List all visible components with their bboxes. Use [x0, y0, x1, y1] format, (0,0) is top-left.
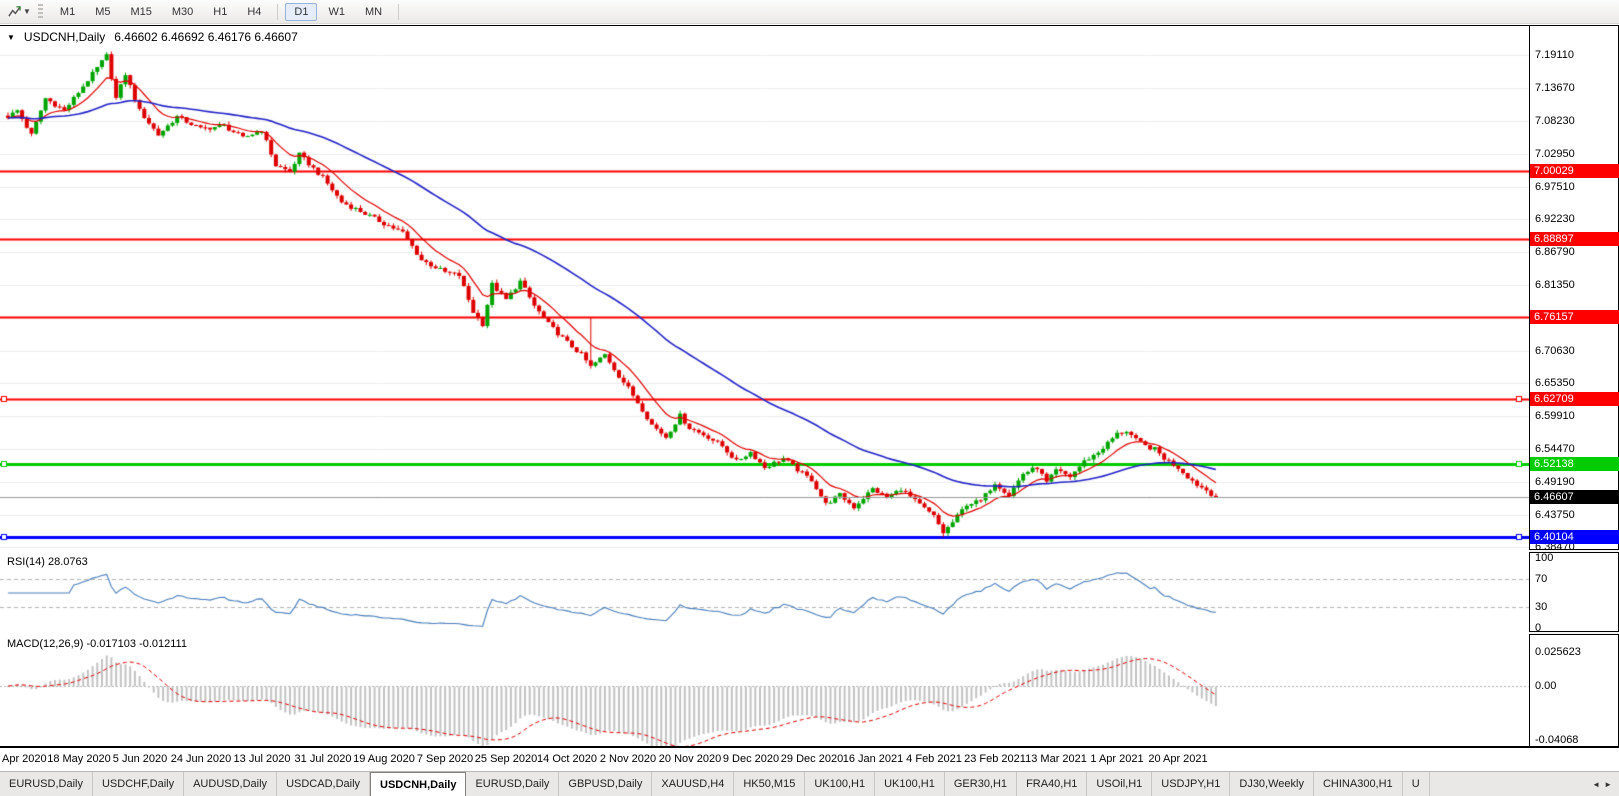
date-tick-label: 13 Mar 2021: [1025, 753, 1087, 765]
chart-tab-usdjpy-h1[interactable]: USDJPY,H1: [1152, 772, 1231, 796]
chart-tab-usdcnh-daily[interactable]: USDCNH,Daily: [370, 772, 467, 796]
trading-platform-window: ▼ M1 M5 M15 M30 H1 H4 D1 W1 MN ▼ USDCNH,Daily 6.…: [0, 0, 1619, 796]
date-tick-label: 25 Sep 2020: [474, 753, 538, 765]
date-tick-label: 4 Feb 2021: [906, 753, 962, 765]
hline-price-badge: 7.00029: [1530, 164, 1619, 178]
price-tick: 6.81350: [1535, 279, 1575, 291]
price-tick: 6.54470: [1535, 443, 1575, 455]
price-tick: 6.92230: [1535, 213, 1575, 225]
macd-indicator-label: MACD(12,26,9) -0.017103 -0.012111: [5, 638, 189, 650]
timeframe-button-d1[interactable]: D1: [285, 2, 318, 21]
chart-tab-gbpusd-daily[interactable]: GBPUSD,Daily: [559, 772, 653, 796]
chart-tab-usoil-h1[interactable]: USOil,H1: [1087, 772, 1153, 796]
ohlc-values: 6.46602 6.46692 6.46176 6.46607: [114, 30, 298, 44]
macd-tick: 0.00: [1535, 680, 1557, 692]
chart-tab-uk100-h1[interactable]: UK100,H1: [805, 772, 876, 796]
rsi-tick: 30: [1535, 601, 1548, 613]
hline-price-badge: 6.52138: [1530, 457, 1619, 471]
date-tick-label: 9 Dec 2020: [722, 753, 780, 765]
rsi-indicator-label: RSI(14) 28.0763: [5, 556, 90, 568]
timeframe-button-m30[interactable]: M30: [163, 3, 202, 21]
chart-tab-usdchf-daily[interactable]: USDCHF,Daily: [93, 772, 185, 796]
date-tick-label: 31 Jul 2020: [294, 753, 352, 765]
price-tick: 7.08230: [1535, 115, 1575, 127]
chart-tab-eurusd-daily[interactable]: EURUSD,Daily: [466, 772, 560, 796]
date-tick-label: 1 Apr 2021: [1090, 753, 1144, 765]
price-tick: 7.13670: [1535, 82, 1575, 94]
rsi-tick: 0: [1535, 622, 1542, 634]
price-tick: 6.49190: [1535, 476, 1575, 488]
date-tick-label: 18 May 2020: [47, 753, 111, 765]
chart-window-bottom-border: [0, 746, 1619, 748]
toolbar-grip[interactable]: [37, 3, 43, 20]
toolbar-separator: [277, 3, 279, 20]
chart-title: ▼ USDCNH,Daily 6.46602 6.46692 6.46176 6…: [7, 30, 298, 44]
hline-price-badge: 6.88897: [1530, 232, 1619, 246]
chart-tabs: EURUSD,Daily USDCHF,Daily AUDUSD,Daily USDC…: [0, 772, 1430, 796]
price-tick: 7.19110: [1535, 49, 1574, 61]
date-tick-label: 24 Jun 2020: [170, 753, 232, 765]
collapse-arrow-icon[interactable]: ▼: [7, 33, 15, 42]
date-tick-label: 16 Jan 2021: [842, 753, 904, 765]
timeframe-button-m5[interactable]: M5: [86, 3, 119, 21]
date-tick-label: 29 Dec 2020: [780, 753, 844, 765]
price-tick: 6.59910: [1535, 410, 1575, 422]
chart-cursor-icon[interactable]: [5, 4, 23, 20]
timeframe-toolbar: M1 M5 M15 M30 H1 H4 D1 W1 MN: [50, 2, 405, 21]
chart-tab-usdcad-daily[interactable]: USDCAD,Daily: [277, 772, 371, 796]
date-tick-label: 20 Apr 2021: [1148, 753, 1208, 765]
top-toolbar: ▼ M1 M5 M15 M30 H1 H4 D1 W1 MN: [0, 0, 1619, 24]
date-tick-label: 5 Jun 2020: [112, 753, 168, 765]
rsi-tick: 70: [1535, 573, 1548, 585]
symbol-period-label: USDCNH,Daily: [23, 30, 106, 44]
chart-canvas[interactable]: [0, 26, 1529, 746]
timeframe-button-m1[interactable]: M1: [51, 3, 84, 21]
timeframe-button-h1[interactable]: H1: [204, 3, 236, 21]
chart-tab-dj30-weekly[interactable]: DJ30,Weekly: [1230, 772, 1314, 796]
chart-tab-xauusd-h4[interactable]: XAUUSD,H4: [652, 772, 735, 796]
date-tick-label: 14 Oct 2020: [537, 753, 597, 765]
current-price-badge: 6.46607: [1530, 490, 1619, 504]
macd-tick: 0.025623: [1535, 646, 1581, 658]
macd-tick: -0.04068: [1535, 734, 1579, 746]
price-tick: 6.43750: [1535, 509, 1575, 521]
chart-tab-audusd-daily[interactable]: AUDUSD,Daily: [184, 772, 278, 796]
chart-tab-u[interactable]: U: [1403, 772, 1430, 796]
toolbar-separator: [398, 3, 400, 20]
price-tick: 6.86790: [1535, 246, 1575, 258]
chart-tab-uk100-h1[interactable]: UK100,H1: [875, 772, 945, 796]
date-tick-label: 23 Feb 2021: [964, 753, 1026, 765]
price-tick: 6.65350: [1535, 377, 1575, 389]
tab-scroll-arrows: ◄ ►: [1585, 772, 1619, 796]
timeframe-button-m15[interactable]: M15: [121, 3, 160, 21]
chart-tab-china300-h1[interactable]: CHINA300,H1: [1314, 772, 1403, 796]
timeframe-button-mn[interactable]: MN: [356, 3, 391, 21]
date-tick-label: 7 Sep 2020: [416, 753, 474, 765]
price-axis[interactable]: 7.19110 7.13670 7.08230 7.02950 6.97510 6.922…: [1530, 26, 1619, 747]
tab-scroll-left-icon[interactable]: ◄: [1592, 780, 1600, 789]
date-tick-label: 19 Aug 2020: [353, 753, 415, 765]
chart-tab-ger30-h1[interactable]: GER30,H1: [945, 772, 1018, 796]
tab-scroll-right-icon[interactable]: ►: [1604, 780, 1612, 789]
date-tick-label: 20 Nov 2020: [658, 753, 722, 765]
date-axis[interactable]: 29 Apr 202018 May 20205 Jun 202024 Jun 2…: [0, 750, 1529, 768]
price-tick: 6.97510: [1535, 181, 1575, 193]
chart-tab-hk50-m15[interactable]: HK50,M15: [734, 772, 806, 796]
timeframe-button-h4[interactable]: H4: [238, 3, 270, 21]
date-tick-label: 2 Nov 2020: [599, 753, 657, 765]
date-tick-label: 29 Apr 2020: [0, 753, 47, 765]
date-tick-label: 13 Jul 2020: [233, 753, 291, 765]
chart-tab-eurusd-daily[interactable]: EURUSD,Daily: [0, 772, 93, 796]
rsi-tick: 100: [1535, 552, 1554, 564]
hline-price-badge: 6.62709: [1530, 392, 1619, 406]
hline-price-badge: 6.40104: [1530, 530, 1619, 544]
chart-tabs-bar: EURUSD,Daily USDCHF,Daily AUDUSD,Daily USDC…: [0, 771, 1619, 796]
hline-price-badge: 6.76157: [1530, 310, 1619, 324]
price-tick: 7.02950: [1535, 148, 1575, 160]
toolbar-dropdown-caret-icon[interactable]: ▼: [23, 7, 31, 16]
chart-tab-fra40-h1[interactable]: FRA40,H1: [1017, 772, 1088, 796]
price-tick: 6.70630: [1535, 345, 1575, 357]
timeframe-button-w1[interactable]: W1: [319, 3, 354, 21]
